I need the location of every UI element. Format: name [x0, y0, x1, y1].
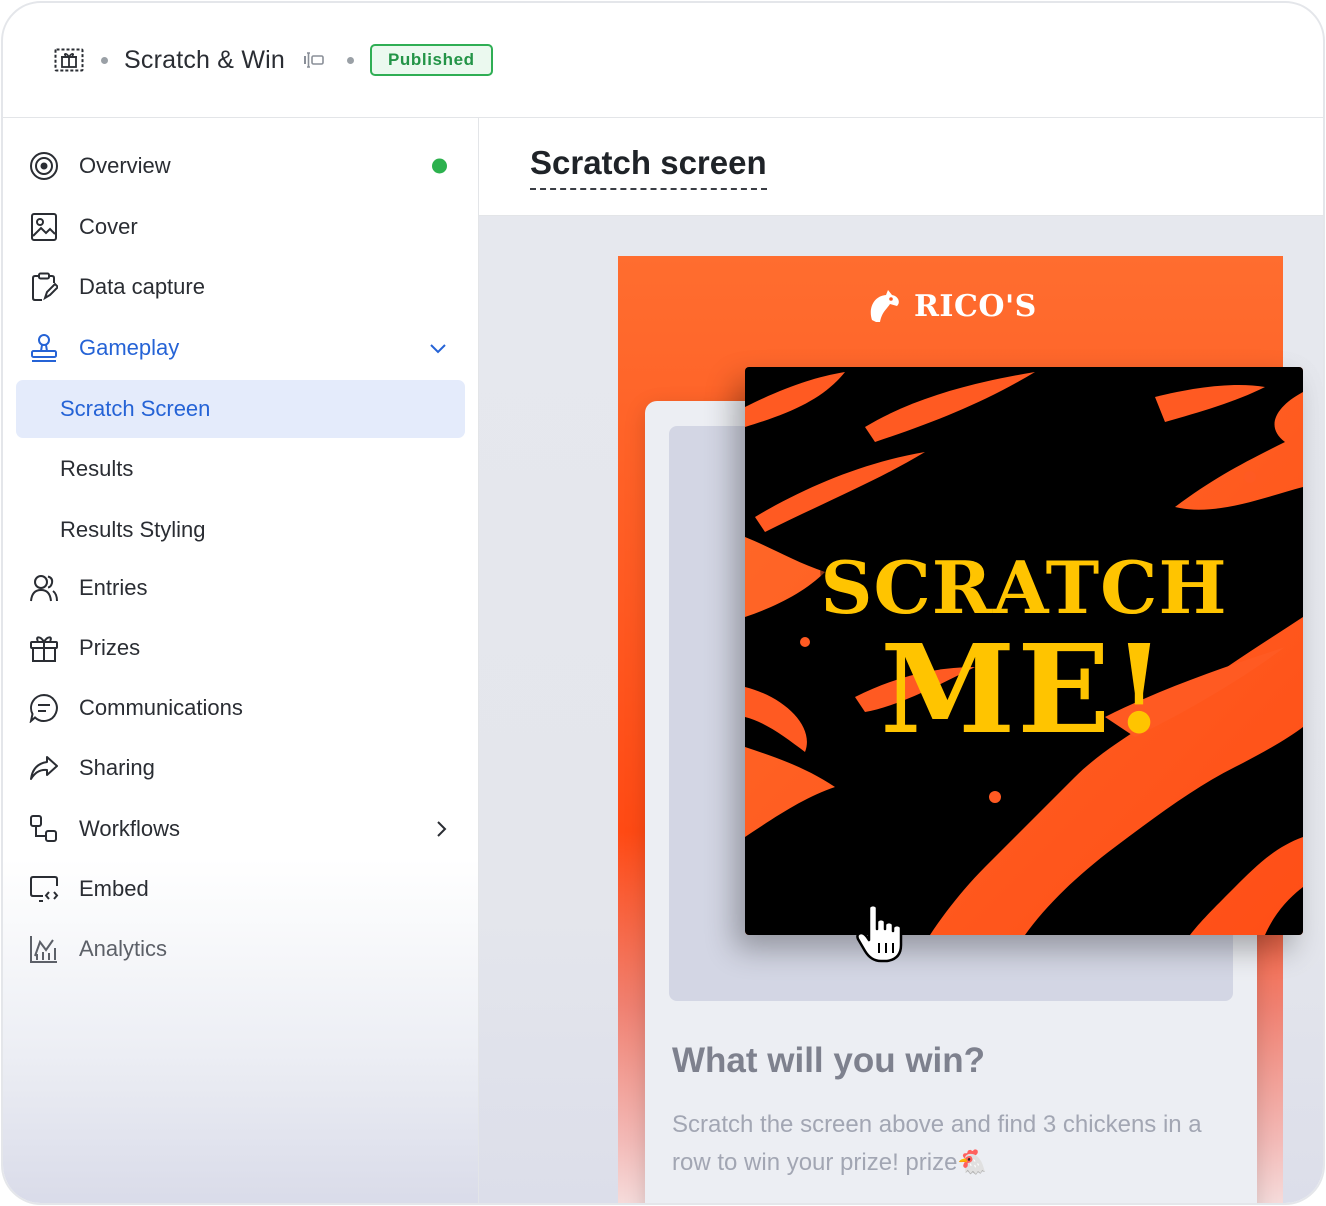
sidebar-item-label: Entries — [79, 575, 148, 600]
clipboard-edit-icon — [29, 272, 59, 302]
sidebar-subitem-results-styling[interactable]: Results Styling — [16, 501, 465, 559]
sidebar-item-gameplay[interactable]: Gameplay — [29, 320, 465, 376]
monitor-code-icon — [29, 874, 59, 904]
sidebar-item-entries[interactable]: Entries — [29, 560, 465, 616]
status-badge: Published — [369, 44, 493, 76]
sidebar-item-data-capture[interactable]: Data capture — [29, 259, 465, 315]
scratch-card-artwork[interactable]: SCRATCH ME! — [745, 367, 1303, 935]
status-dot — [432, 158, 447, 174]
chart-icon — [29, 934, 59, 964]
app-window: Scratch & Win Published Overview Cover D… — [1, 1, 1325, 1205]
sidebar-item-label: Analytics — [79, 936, 168, 961]
sidebar-item-label: Sharing — [79, 755, 155, 780]
sidebar-item-label: Communications — [79, 695, 243, 720]
sidebar-item-prizes[interactable]: Prizes — [29, 620, 465, 676]
sidebar-item-label: Overview — [79, 153, 171, 178]
scratch-title-line2: ME! — [880, 617, 1168, 761]
sidebar-item-label: Gameplay — [79, 335, 180, 360]
section-title[interactable]: Scratch screen — [530, 144, 767, 190]
chicken-logo-icon — [870, 290, 899, 322]
sidebar-item-communications[interactable]: Communications — [29, 680, 465, 736]
workflow-icon — [29, 814, 59, 844]
sidebar-subitem-label: Results — [60, 456, 134, 481]
share-arrow-icon — [29, 753, 59, 783]
stamp-icon — [29, 333, 59, 363]
separator-dot — [346, 56, 354, 64]
page-title: Scratch & Win — [124, 45, 285, 74]
image-icon — [29, 212, 59, 242]
target-icon — [29, 151, 59, 181]
sidebar-item-label: Cover — [79, 214, 138, 239]
top-bar: Scratch & Win Published — [3, 3, 1323, 118]
sidebar-item-label: Data capture — [79, 274, 205, 299]
main-header: Scratch screen — [479, 118, 1323, 216]
sidebar-subitem-label: Scratch Screen — [60, 396, 211, 421]
sidebar-item-cover[interactable]: Cover — [29, 199, 465, 255]
brand-logo: RICO'S — [864, 286, 1037, 326]
sidebar-item-workflows[interactable]: Workflows — [29, 801, 465, 857]
gift-icon — [29, 633, 59, 663]
sidebar-subitem-results[interactable]: Results — [16, 440, 465, 498]
sidebar-item-sharing[interactable]: Sharing — [29, 740, 465, 796]
sidebar-item-embed[interactable]: Embed — [29, 861, 465, 917]
brand-name: RICO'S — [914, 288, 1037, 324]
sidebar: Overview Cover Data capture Gameplay Scr… — [3, 118, 479, 1203]
hand-pointer-icon — [855, 903, 911, 970]
separator-dot — [101, 56, 108, 64]
sidebar-item-label: Prizes — [79, 635, 141, 660]
users-icon — [29, 573, 59, 603]
sidebar-item-label: Embed — [79, 876, 149, 901]
prize-description: Scratch the screen above and find 3 chic… — [672, 1111, 1202, 1176]
chevron-down-icon[interactable] — [429, 342, 447, 354]
sidebar-subitem-scratch-screen[interactable]: Scratch Screen — [16, 380, 465, 438]
chevron-right-icon[interactable] — [435, 820, 447, 838]
sidebar-item-label: Workflows — [79, 816, 181, 841]
chat-icon — [29, 693, 59, 723]
sidebar-subitem-label: Results Styling — [60, 517, 206, 542]
prize-heading: What will you win? — [672, 1041, 986, 1080]
gift-card-icon — [53, 47, 85, 73]
edit-text-icon[interactable] — [303, 51, 325, 69]
sidebar-item-analytics[interactable]: Analytics — [29, 921, 465, 977]
sidebar-item-overview[interactable]: Overview — [29, 138, 465, 194]
